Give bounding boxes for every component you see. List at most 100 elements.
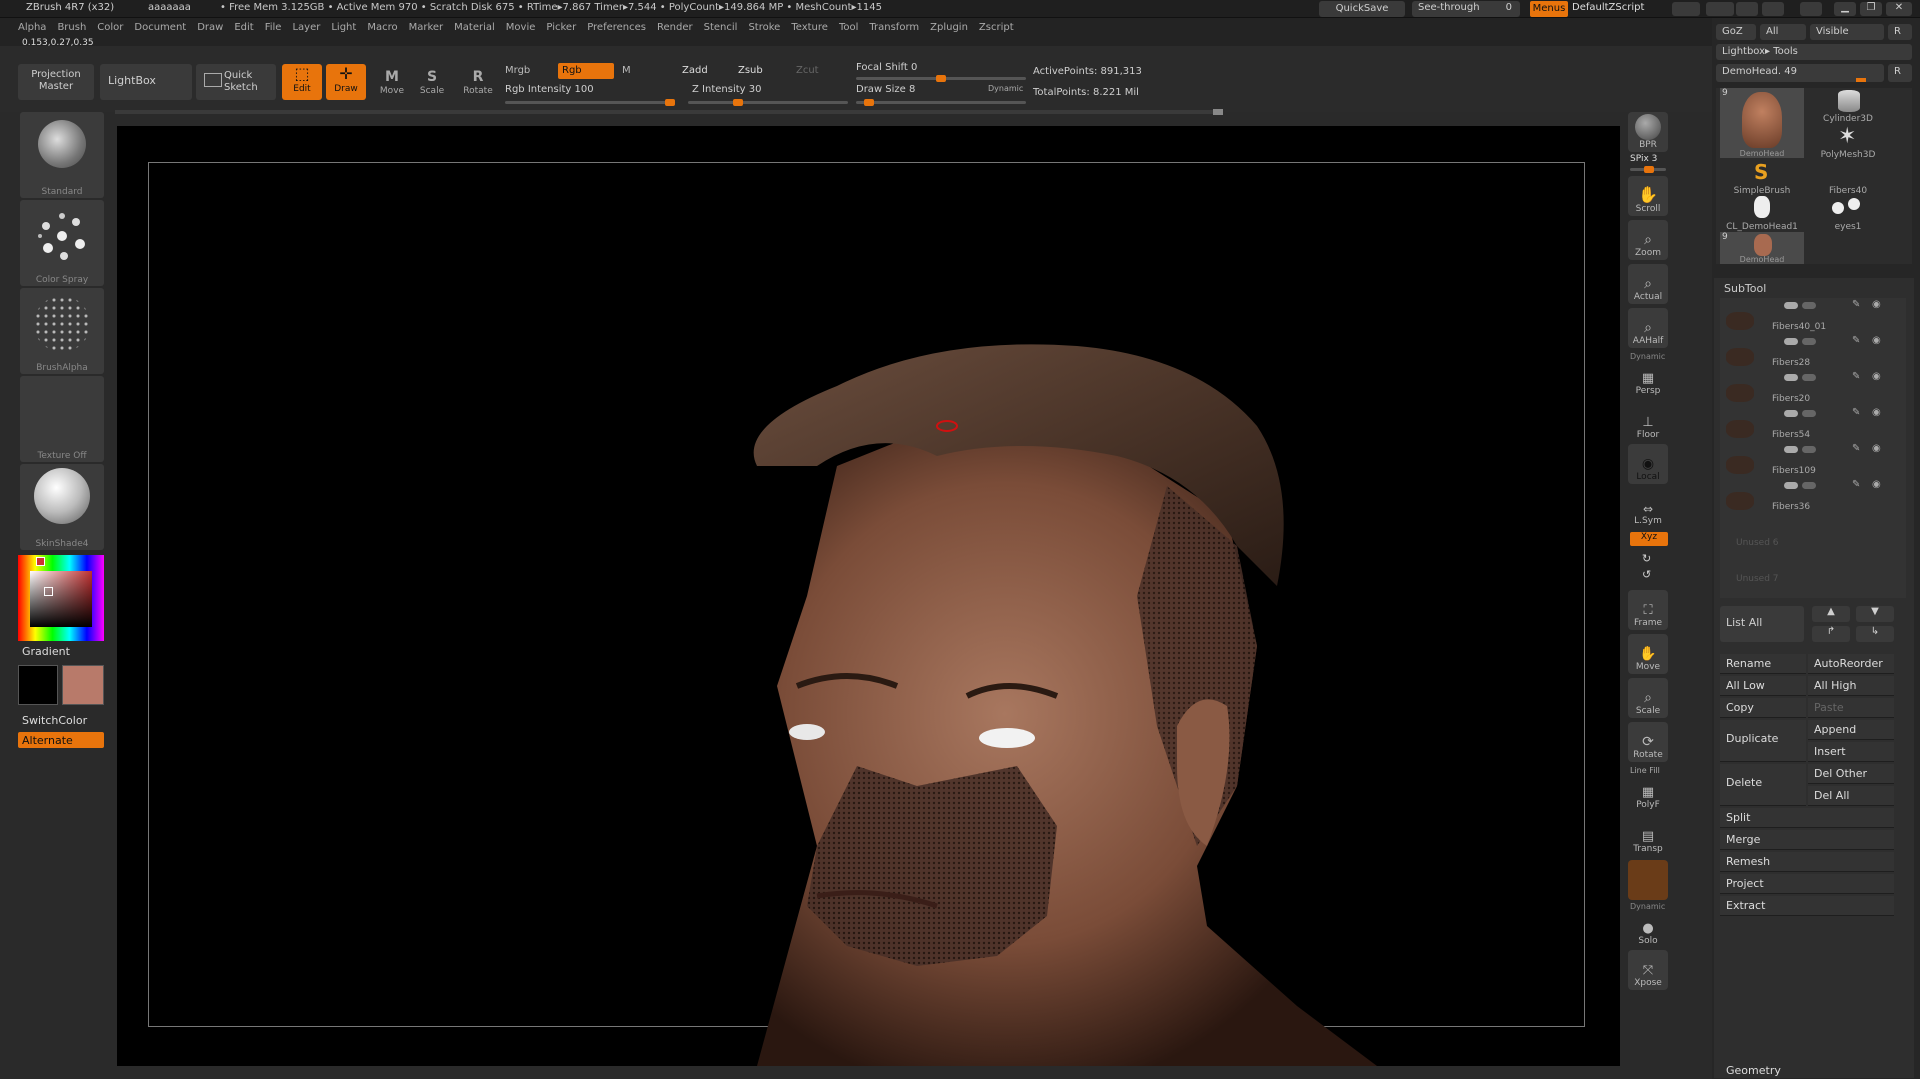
lsym-button[interactable]: ⇔ L.Sym [1628, 488, 1668, 528]
subtool-row[interactable]: Unused 6 [1722, 514, 1904, 550]
eye-icon[interactable]: ◉ [1872, 443, 1881, 454]
rename-button[interactable]: Rename [1720, 654, 1806, 674]
subtool-row[interactable]: Unused 7 [1722, 550, 1904, 586]
minimize-icon[interactable]: ▁ [1834, 2, 1856, 16]
menu-item-macro[interactable]: Macro [367, 22, 397, 33]
menu-item-light[interactable]: Light [331, 22, 356, 33]
split-button[interactable]: Split [1720, 808, 1894, 828]
tool-thumb-demohead-2[interactable]: 9 DemoHead [1720, 232, 1804, 264]
menu-item-color[interactable]: Color [97, 22, 123, 33]
zadd-button[interactable]: Zadd [682, 65, 708, 76]
solo-button[interactable]: ● Solo [1628, 908, 1668, 948]
projection-master-button[interactable]: Projection Master [18, 64, 94, 100]
toggle-icon[interactable] [1784, 410, 1798, 417]
transp-button[interactable]: ▤ Transp [1628, 816, 1668, 856]
move-down-icon[interactable]: ▼ [1856, 606, 1894, 622]
focal-shift-slider[interactable]: Focal Shift 0 [856, 62, 917, 73]
all-low-button[interactable]: All Low [1720, 676, 1806, 696]
zcut-button[interactable]: Zcut [796, 65, 819, 76]
menu-item-draw[interactable]: Draw [197, 22, 223, 33]
lightbox-button[interactable]: LightBox [100, 64, 192, 100]
rgb-intensity-track[interactable] [505, 99, 675, 106]
z-intensity-knob[interactable] [733, 99, 743, 106]
lock-icon[interactable] [1800, 2, 1822, 16]
brush-thumbnail[interactable]: Standard [20, 112, 104, 198]
delete-button[interactable]: Delete [1720, 764, 1806, 806]
menu-item-render[interactable]: Render [657, 22, 693, 33]
frame-button[interactable]: ⛶ Frame [1628, 590, 1668, 630]
subtool-row[interactable]: ✎ ◉ Fibers40_01 [1722, 298, 1904, 334]
aahalf-button[interactable]: ⌕ AAHalf [1628, 308, 1668, 348]
toggle-icon[interactable] [1802, 302, 1816, 309]
move-down-arrow-icon[interactable]: ↳ [1856, 626, 1894, 642]
tool-thumb-cylinder3d[interactable]: Cylinder3D [1806, 88, 1890, 124]
layout-toggle-icon[interactable] [1706, 2, 1734, 16]
brush-icon[interactable]: ✎ [1852, 479, 1860, 490]
goz-button[interactable]: GoZ [1716, 24, 1756, 40]
subtool-row[interactable]: ✎ ◉ Fibers109 [1722, 442, 1904, 478]
geometry-section-header[interactable]: Geometry [1726, 1064, 1781, 1077]
scroll-button[interactable]: ✋ Scroll [1628, 176, 1668, 216]
subtool-row[interactable]: ✎ ◉ Fibers20 [1722, 370, 1904, 406]
material-thumbnail[interactable]: SkinShade4 [20, 464, 104, 550]
menu-item-file[interactable]: File [265, 22, 282, 33]
menu-item-alpha[interactable]: Alpha [18, 22, 46, 33]
extract-button[interactable]: Extract [1720, 896, 1894, 916]
move-up-arrow-icon[interactable]: ↱ [1812, 626, 1850, 642]
menu-item-tool[interactable]: Tool [839, 22, 858, 33]
current-tool-knob[interactable] [1856, 78, 1866, 82]
subtool-row[interactable]: ✎ ◉ Fibers28 [1722, 334, 1904, 370]
spix-knob[interactable] [1644, 166, 1654, 173]
eye-icon[interactable]: ◉ [1872, 407, 1881, 418]
dynamic-toggle[interactable]: Dynamic [988, 84, 1023, 93]
eye-icon[interactable]: ◉ [1872, 335, 1881, 346]
tool-thumb-eyes1[interactable]: eyes1 [1806, 196, 1890, 232]
brush-icon[interactable]: ✎ [1852, 299, 1860, 310]
toggle-icon[interactable] [1802, 338, 1816, 345]
current-tool-slider[interactable]: DemoHead. 49 [1716, 64, 1884, 82]
menus-button[interactable]: Menus [1530, 1, 1568, 17]
brush-icon[interactable]: ✎ [1852, 335, 1860, 346]
xpose-button[interactable]: ⤧ Xpose [1628, 950, 1668, 990]
draw-size-knob[interactable] [864, 99, 874, 106]
draw-mode-button[interactable]: ✛ Draw [326, 64, 366, 100]
spix-track[interactable] [1630, 166, 1666, 173]
toggle-icon[interactable] [1784, 446, 1798, 453]
xyz-button[interactable]: Xyz [1630, 532, 1668, 546]
maximize-icon[interactable]: ❐ [1860, 2, 1882, 16]
r-button[interactable]: R [1888, 24, 1912, 40]
see-through-slider[interactable]: See-through 0 [1412, 1, 1520, 17]
rotate-y-icon[interactable]: ↻ [1642, 552, 1651, 565]
rgb-button[interactable]: Rgb [558, 63, 614, 79]
menu-item-stroke[interactable]: Stroke [748, 22, 780, 33]
main-color-swatch[interactable] [18, 665, 58, 705]
menu-item-transform[interactable]: Transform [869, 22, 919, 33]
move-up-icon[interactable]: ▲ [1812, 606, 1850, 622]
menu-item-document[interactable]: Document [134, 22, 186, 33]
all-button[interactable]: All [1760, 24, 1806, 40]
project-button[interactable]: Project [1720, 874, 1894, 894]
merge-button[interactable]: Merge [1720, 830, 1894, 850]
persp-button[interactable]: ▦ Persp [1628, 358, 1668, 398]
eye-icon[interactable]: ◉ [1872, 479, 1881, 490]
tool-thumb-simplebrush[interactable]: S SimpleBrush [1720, 160, 1804, 196]
move-view-button[interactable]: ✋ Move [1628, 634, 1668, 674]
tool-thumb-cl-demohead1[interactable]: CL_DemoHead1 [1720, 196, 1804, 232]
default-zscript-button[interactable]: DefaultZScript [1572, 2, 1644, 13]
menu-item-layer[interactable]: Layer [292, 22, 320, 33]
gradient-label[interactable]: Gradient [22, 645, 70, 658]
menu-item-material[interactable]: Material [454, 22, 495, 33]
visible-button[interactable]: Visible [1810, 24, 1884, 40]
stroke-thumbnail[interactable]: Color Spray [20, 200, 104, 286]
draw-size-slider[interactable]: Draw Size 8 [856, 84, 915, 95]
toggle-icon[interactable] [1784, 302, 1798, 309]
scale-mode-button[interactable]: S Scale [414, 68, 450, 102]
focal-shift-knob[interactable] [936, 75, 946, 82]
menu-item-zplugin[interactable]: Zplugin [930, 22, 968, 33]
ghost-button[interactable] [1628, 860, 1668, 900]
toolbar-scrollbar[interactable] [115, 110, 1223, 114]
toolbar-scroll-thumb[interactable] [1213, 109, 1223, 115]
z-intensity-slider[interactable]: Z Intensity 30 [692, 84, 761, 95]
copy-button[interactable]: Copy [1720, 698, 1806, 718]
rotate-view-button[interactable]: ⟳ Rotate [1628, 722, 1668, 762]
